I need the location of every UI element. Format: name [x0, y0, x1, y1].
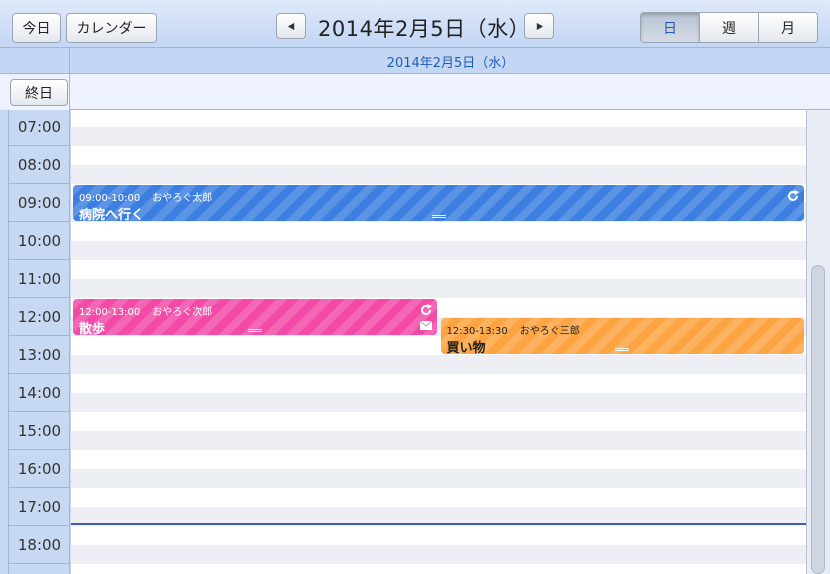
time-slot[interactable] — [71, 146, 806, 165]
time-label: 14:00 — [9, 374, 70, 412]
event-title: 散歩 — [79, 322, 106, 335]
time-slot[interactable] — [71, 222, 806, 241]
all-day-corner: 終日 — [0, 74, 70, 110]
time-label: 10:00 — [9, 222, 70, 260]
mail-icon — [419, 317, 433, 331]
vertical-scrollbar[interactable] — [806, 110, 830, 574]
repeat-icon — [786, 188, 800, 202]
event-meta: 12:00-13:00 おやろぐ次郎 — [79, 303, 224, 318]
time-slot[interactable] — [71, 355, 806, 374]
time-label: 13:00 — [9, 336, 70, 374]
event-title: 買い物 — [446, 341, 486, 354]
time-slot[interactable] — [71, 127, 806, 146]
time-slot[interactable] — [71, 412, 806, 431]
day-header-corner — [0, 48, 70, 74]
event-time: 12:00-13:00 — [79, 307, 141, 318]
resize-handle[interactable] — [615, 348, 630, 351]
time-label: 11:00 — [9, 260, 70, 298]
time-label: 15:00 — [9, 412, 70, 450]
event-owner: おやろぐ太郎 — [152, 193, 213, 204]
time-label: 16:00 — [9, 450, 70, 488]
time-slot[interactable] — [71, 431, 806, 450]
time-label: 08:00 — [9, 146, 70, 184]
time-slot[interactable] — [71, 279, 806, 298]
time-slot[interactable] — [71, 469, 806, 488]
view-week-button[interactable]: 週 — [699, 13, 758, 42]
repeat-icon — [419, 302, 433, 316]
all-day-button[interactable]: 終日 — [10, 79, 68, 106]
time-label: 09:00 — [9, 184, 70, 222]
all-day-row[interactable]: 終日 — [0, 74, 830, 110]
day-header: 2014年2月5日（水） — [0, 48, 830, 74]
time-slot[interactable] — [71, 545, 806, 564]
resize-handle[interactable] — [247, 329, 262, 332]
day-header-date: 2014年2月5日（水） — [386, 55, 515, 71]
view-switcher: 日 週 月 — [640, 12, 818, 43]
time-slot[interactable] — [71, 450, 806, 469]
time-label: 17:00 — [9, 488, 70, 526]
page-title: 2014年2月5日（水） — [318, 17, 531, 41]
time-label: 12:00 — [9, 298, 70, 336]
view-day-button[interactable]: 日 — [641, 13, 699, 42]
event-time: 09:00-10:00 — [79, 193, 141, 204]
event-time: 12:30-13:30 — [446, 326, 508, 337]
resize-handle[interactable] — [431, 215, 446, 218]
time-label: 07:00 — [9, 110, 70, 146]
time-slot[interactable] — [71, 564, 806, 574]
time-slot[interactable] — [71, 165, 806, 184]
time-grid: 07:00 08:00 09:00 10:00 11:00 12:00 13:00 14:00… — [0, 110, 830, 574]
prev-day-button[interactable] — [276, 13, 306, 39]
view-month-button[interactable]: 月 — [758, 13, 817, 42]
next-day-button[interactable] — [524, 13, 554, 39]
calendar-event[interactable]: 12:00-13:00 おやろぐ次郎散歩 — [73, 299, 437, 335]
triangle-right-icon — [536, 22, 543, 30]
time-axis: 07:00 08:00 09:00 10:00 11:00 12:00 13:00 14:00… — [8, 110, 70, 574]
event-title: 病院へ行く — [79, 208, 145, 221]
time-label: 18:00 — [9, 526, 70, 564]
calendar-button[interactable]: カレンダー — [66, 13, 157, 43]
event-owner: おやろぐ三郎 — [519, 326, 580, 337]
time-slot[interactable] — [71, 241, 806, 260]
calendar-event[interactable]: 12:30-13:30 おやろぐ三郎買い物 — [440, 318, 804, 354]
scrollbar-thumb[interactable] — [811, 265, 825, 574]
triangle-left-icon — [287, 22, 294, 30]
calendar-toolbar: 今日 カレンダー 2014年2月5日（水） 日 週 月 — [0, 0, 830, 48]
time-slot[interactable] — [71, 260, 806, 279]
time-slot[interactable] — [71, 393, 806, 412]
time-slot[interactable] — [71, 488, 806, 507]
time-slot[interactable] — [71, 110, 806, 127]
calendar-event[interactable]: 09:00-10:00 おやろぐ太郎 病院へ行く — [73, 185, 804, 221]
event-meta: 09:00-10:00 おやろぐ太郎 — [79, 189, 224, 204]
time-slot[interactable] — [71, 526, 806, 545]
event-owner: おやろぐ次郎 — [152, 307, 213, 318]
current-time-line — [71, 523, 806, 525]
today-button[interactable]: 今日 — [12, 13, 61, 43]
event-meta: 12:30-13:30 おやろぐ三郎 — [447, 322, 592, 337]
time-slot[interactable] — [71, 374, 806, 393]
